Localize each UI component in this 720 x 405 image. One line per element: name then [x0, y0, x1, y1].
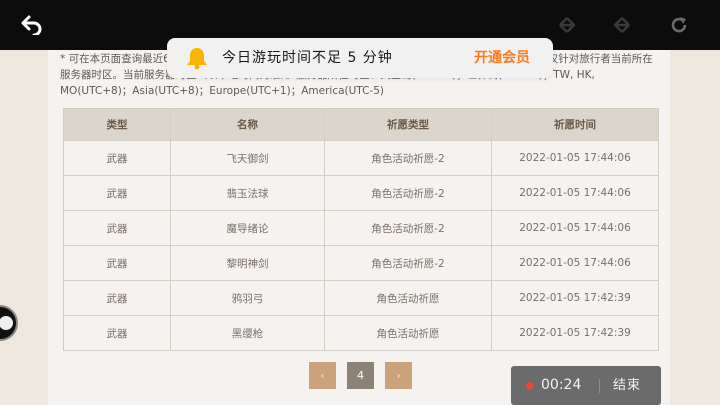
open-membership-button[interactable]: 开通会员: [474, 38, 530, 78]
cell-type: 武器: [63, 280, 171, 316]
prev-page-button[interactable]: ‹: [309, 362, 336, 389]
cell-wish-type: 角色活动祈愿: [324, 315, 492, 351]
playtime-notice-banner: 今日游玩时间不足 5 分钟 开通会员: [167, 38, 553, 78]
cell-wish-time: 2022-01-05 17:44:06: [491, 210, 659, 246]
header-name: 名称: [170, 108, 325, 141]
table-row: 武器 魔导绪论 角色活动祈愿-2 2022-01-05 17:44:06: [63, 210, 659, 246]
cell-wish-type: 角色活动祈愿: [324, 280, 492, 316]
timer-value: 00:24: [541, 377, 582, 393]
cell-name: 黎明神剑: [170, 245, 325, 281]
floating-assistant-button[interactable]: [0, 305, 18, 341]
wish-history-table: 类型 名称 祈愿类型 祈愿时间 武器 飞天御剑 角色活动祈愿-2 2022-01…: [63, 108, 659, 351]
cell-wish-type: 角色活动祈愿-2: [324, 140, 492, 176]
cell-name: 黑缨枪: [170, 315, 325, 351]
bell-icon: [186, 46, 208, 74]
table-header-row: 类型 名称 祈愿类型 祈愿时间: [63, 108, 659, 141]
cell-type: 武器: [63, 210, 171, 246]
nav-forward-icon[interactable]: [597, 0, 647, 50]
cell-wish-time: 2022-01-05 17:42:39: [491, 280, 659, 316]
cell-wish-time: 2022-01-05 17:44:06: [491, 140, 659, 176]
table-row: 武器 翡玉法球 角色活动祈愿-2 2022-01-05 17:44:06: [63, 175, 659, 211]
header-type: 类型: [63, 108, 171, 141]
cell-type: 武器: [63, 315, 171, 351]
cell-name: 魔导绪论: [170, 210, 325, 246]
table-row: 武器 黎明神剑 角色活动祈愿-2 2022-01-05 17:44:06: [63, 245, 659, 281]
header-wish-time: 祈愿时间: [491, 108, 659, 141]
back-arrow-icon[interactable]: [7, 0, 57, 50]
cell-type: 武器: [63, 175, 171, 211]
cell-name: 飞天御剑: [170, 140, 325, 176]
timer-divider: [599, 379, 600, 393]
current-page-indicator[interactable]: 4: [347, 362, 374, 389]
cell-wish-time: 2022-01-05 17:44:06: [491, 175, 659, 211]
record-dot-icon: [526, 382, 534, 390]
cell-wish-type: 角色活动祈愿-2: [324, 245, 492, 281]
table-row: 武器 鸦羽弓 角色活动祈愿 2022-01-05 17:42:39: [63, 280, 659, 316]
banner-text: 今日游玩时间不足 5 分钟: [222, 50, 393, 66]
session-timer: 00:24 结束: [511, 366, 661, 405]
cell-type: 武器: [63, 245, 171, 281]
floating-ball-icon: [0, 316, 13, 330]
cell-wish-time: 2022-01-05 17:44:06: [491, 245, 659, 281]
refresh-icon[interactable]: [654, 0, 704, 50]
table-row: 武器 飞天御剑 角色活动祈愿-2 2022-01-05 17:44:06: [63, 140, 659, 176]
end-session-button[interactable]: 结束: [613, 366, 641, 405]
cell-wish-type: 角色活动祈愿-2: [324, 210, 492, 246]
cell-wish-time: 2022-01-05 17:42:39: [491, 315, 659, 351]
cell-wish-type: 角色活动祈愿-2: [324, 175, 492, 211]
table-row: 武器 黑缨枪 角色活动祈愿 2022-01-05 17:42:39: [63, 315, 659, 351]
cell-type: 武器: [63, 140, 171, 176]
cell-name: 鸦羽弓: [170, 280, 325, 316]
header-wish-type: 祈愿类型: [324, 108, 492, 141]
next-page-button[interactable]: ›: [385, 362, 412, 389]
cell-name: 翡玉法球: [170, 175, 325, 211]
